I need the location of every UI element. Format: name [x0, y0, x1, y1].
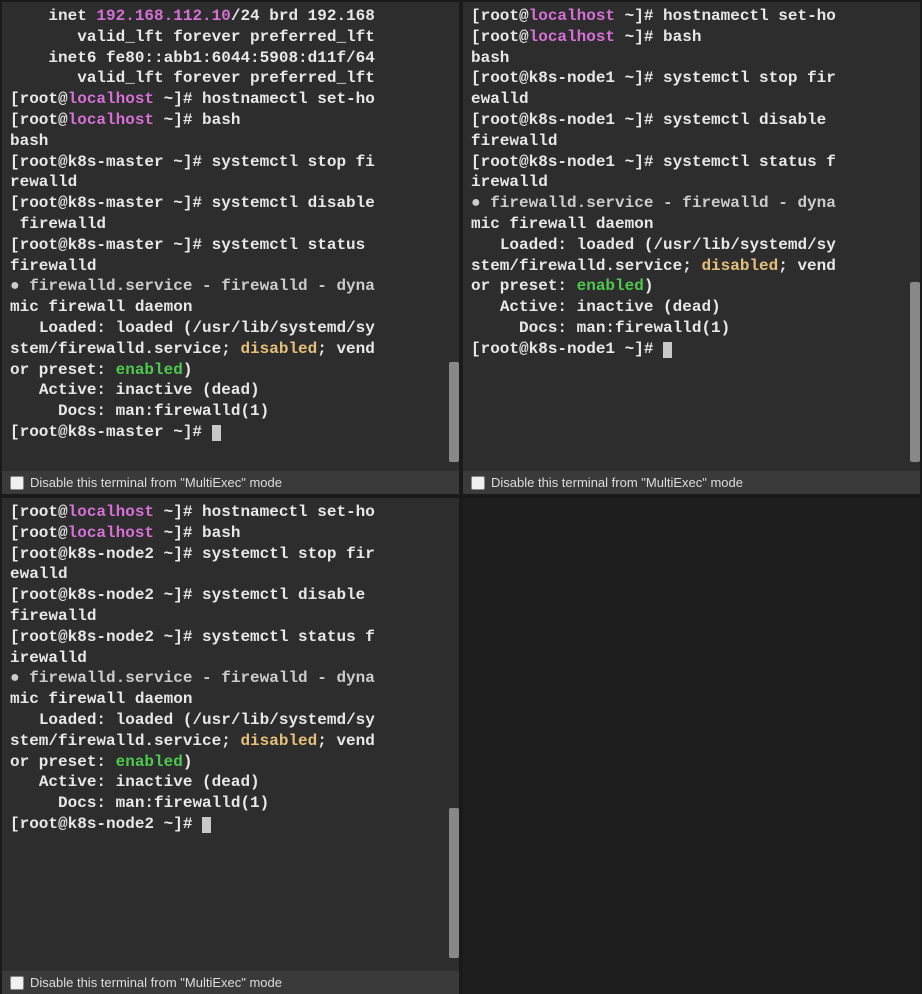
- footer-bar: Disable this terminal from "MultiExec" m…: [463, 471, 920, 494]
- terminal-output[interactable]: inet 192.168.112.10/24 brd 192.168 valid…: [2, 2, 459, 471]
- terminal-pane-empty: [463, 498, 920, 994]
- terminal-pane-node2: [root@localhost ~]# hostnamectl set-ho […: [2, 498, 459, 994]
- scrollbar-thumb[interactable]: [449, 808, 459, 958]
- multiexec-checkbox[interactable]: [10, 476, 24, 490]
- terminal-output[interactable]: [root@localhost ~]# hostnamectl set-ho […: [463, 2, 920, 471]
- scrollbar-thumb[interactable]: [910, 282, 920, 462]
- terminal-output[interactable]: [root@localhost ~]# hostnamectl set-ho […: [2, 498, 459, 971]
- terminal-pane-master: inet 192.168.112.10/24 brd 192.168 valid…: [2, 2, 459, 494]
- footer-bar: Disable this terminal from "MultiExec" m…: [2, 471, 459, 494]
- footer-label: Disable this terminal from "MultiExec" m…: [30, 475, 282, 490]
- footer-bar: Disable this terminal from "MultiExec" m…: [2, 971, 459, 994]
- scrollbar-thumb[interactable]: [449, 362, 459, 462]
- multiexec-checkbox[interactable]: [10, 976, 24, 990]
- footer-label: Disable this terminal from "MultiExec" m…: [491, 475, 743, 490]
- terminal-pane-node1: [root@localhost ~]# hostnamectl set-ho […: [463, 2, 920, 494]
- multiexec-checkbox[interactable]: [471, 476, 485, 490]
